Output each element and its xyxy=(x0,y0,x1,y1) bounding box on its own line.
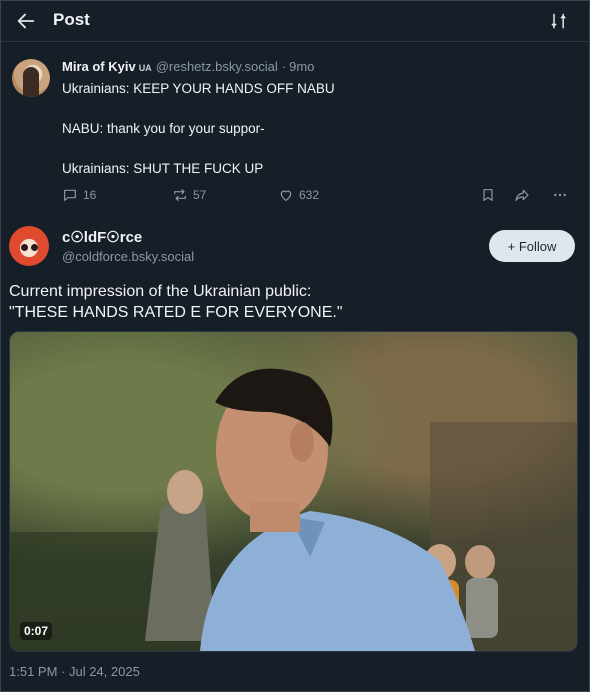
repost-count: 57 xyxy=(193,188,207,202)
post-age: 9mo xyxy=(289,59,315,74)
post-line: Current impression of the Ukrainian publ… xyxy=(9,283,312,300)
post-text: Current impression of the Ukrainian publ… xyxy=(9,281,579,323)
repost-button[interactable]: 57 xyxy=(172,187,206,203)
header-bar: Post xyxy=(1,1,589,42)
post-line: NABU: thank you for your suppor- xyxy=(62,121,265,136)
reply-count: 16 xyxy=(83,188,97,202)
bookmark-button[interactable] xyxy=(480,187,496,206)
flag-badge: UA xyxy=(138,63,152,73)
repost-icon xyxy=(174,189,186,201)
share-icon xyxy=(515,189,529,201)
follow-button[interactable]: + Follow xyxy=(489,230,575,262)
parent-post-text: Ukrainians: KEEP YOUR HANDS OFF NABU NAB… xyxy=(62,81,562,201)
more-icon xyxy=(554,193,566,197)
post-timestamp: 1:51 PM · Jul 24, 2025 xyxy=(9,664,140,679)
parent-post-meta: Mira of Kyiv UA @reshetz.bsky.social · 9mo xyxy=(62,59,314,74)
sort-filter-icon[interactable] xyxy=(549,11,569,31)
video-frame xyxy=(10,368,577,651)
more-button[interactable] xyxy=(552,187,568,206)
post-line: "THESE HANDS RATED E FOR EVERYONE." xyxy=(9,304,343,321)
like-count: 632 xyxy=(299,188,320,202)
post-line: Ukrainians: KEEP YOUR HANDS OFF NABU xyxy=(62,81,335,96)
separator-dot: · xyxy=(281,59,287,74)
heart-icon xyxy=(280,190,292,201)
avatar[interactable] xyxy=(9,226,49,266)
reply-button[interactable]: 16 xyxy=(62,187,96,203)
page-title: Post xyxy=(53,10,90,29)
reply-icon xyxy=(64,189,76,201)
bookmark-icon xyxy=(483,189,493,201)
like-button[interactable]: 632 xyxy=(278,187,319,203)
avatar[interactable] xyxy=(12,59,50,97)
post-actions: 16 57 632 xyxy=(62,187,574,207)
video-player[interactable]: 0:07 xyxy=(9,331,578,652)
post-thread-view: Post Mira of Kyiv UA @reshetz.bsky.social ·… xyxy=(0,0,590,692)
share-button[interactable] xyxy=(514,187,530,206)
author-handle[interactable]: @coldforce.bsky.social xyxy=(62,249,194,264)
author-handle[interactable]: @reshetz.bsky.social xyxy=(156,59,278,74)
video-duration: 0:07 xyxy=(20,622,53,640)
author-name[interactable]: Mira of Kyiv xyxy=(62,59,136,74)
arrow-left-icon[interactable] xyxy=(15,10,37,32)
author-name[interactable]: c☉ldF☉rce xyxy=(62,228,142,246)
